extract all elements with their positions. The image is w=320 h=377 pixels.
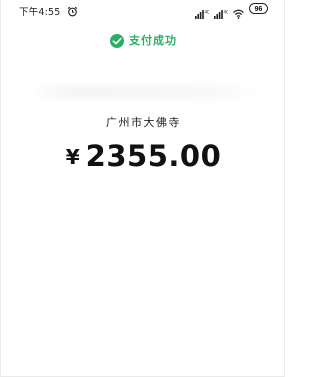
signal-icon: 4G: [195, 4, 210, 19]
battery-indicator: 96: [249, 3, 268, 14]
payment-amount: ¥ 2355.00: [1, 138, 286, 174]
amount-value: 2355.00: [85, 139, 222, 173]
svg-text:4G: 4G: [205, 9, 210, 14]
status-bar: 下午4:55 4G 4G 96: [1, 0, 286, 20]
status-right: 4G 4G 96: [195, 3, 268, 19]
svg-text:4G: 4G: [224, 9, 229, 14]
status-time: 下午4:55: [19, 7, 61, 18]
status-left: 下午4:55: [19, 4, 78, 18]
currency-symbol: ¥: [65, 144, 80, 169]
alarm-clock-icon: [67, 6, 78, 17]
signal-icon-2: 4G: [214, 4, 229, 19]
payment-success-header: 支付成功: [1, 29, 286, 51]
blurred-region: [26, 85, 261, 99]
wechat-pay-icon: [110, 33, 124, 48]
wifi-icon: [233, 4, 244, 19]
merchant-name: 广州市大佛寺: [106, 116, 181, 129]
payment-success-title: 支付成功: [129, 34, 177, 47]
